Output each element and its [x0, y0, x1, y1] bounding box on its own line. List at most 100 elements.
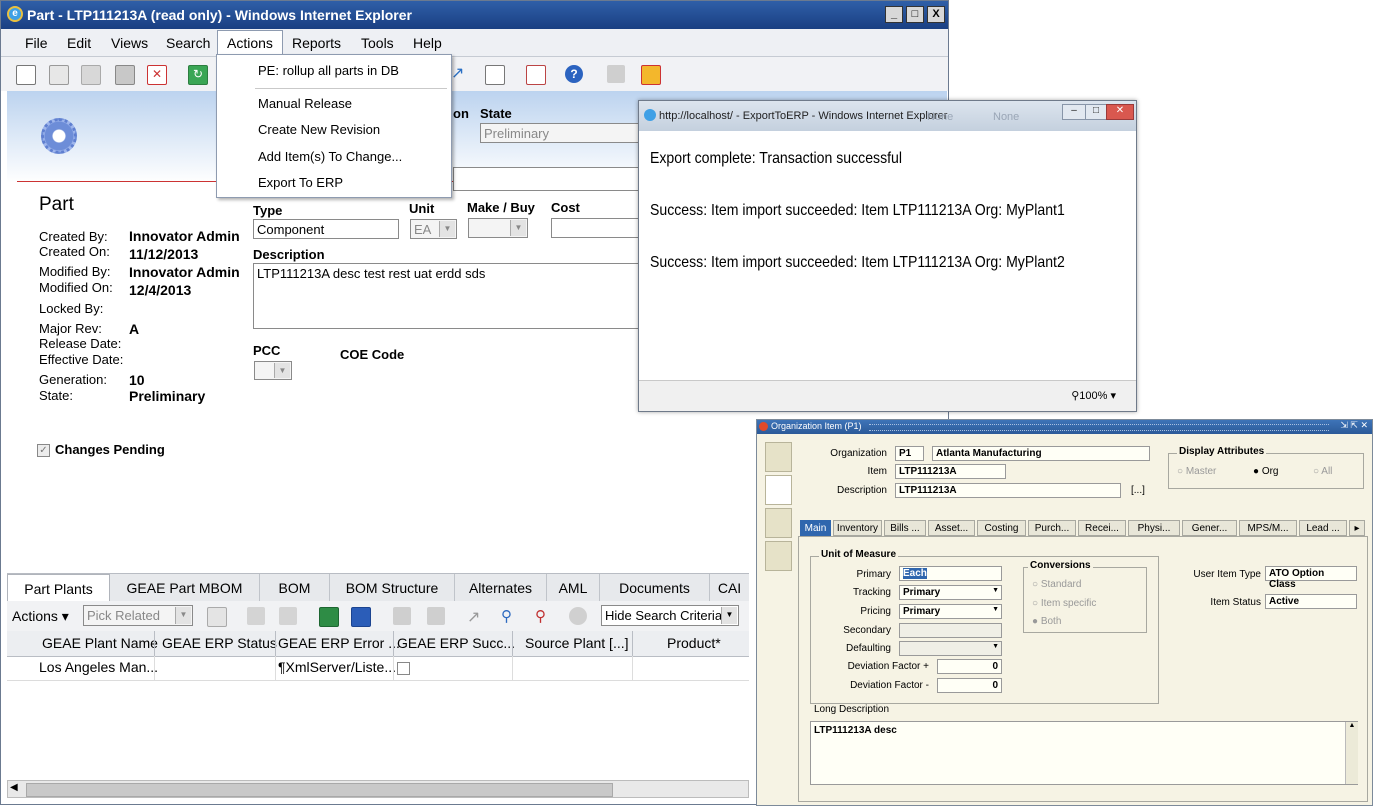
col-geae-erp-error[interactable]: GEAE ERP Error ... — [278, 635, 400, 651]
scroll-thumb[interactable] — [26, 783, 613, 797]
deviation-plus-field[interactable]: 0 — [937, 659, 1002, 674]
user-item-type-field[interactable]: ATO Option Class — [1265, 566, 1357, 590]
new-row-icon[interactable] — [207, 607, 227, 627]
tab-bills[interactable]: Bills ... — [884, 520, 926, 536]
exit-icon[interactable] — [641, 65, 661, 85]
menu-views[interactable]: Views — [111, 35, 148, 51]
search-criteria-select[interactable]: Hide Search Criteria ▼ — [601, 605, 739, 626]
organization-code-field[interactable]: P1 — [895, 446, 924, 461]
tab-general[interactable]: Gener... — [1182, 520, 1237, 536]
tab-purchasing[interactable]: Purch... — [1028, 520, 1076, 536]
type-field[interactable]: Component — [253, 219, 399, 239]
pricing-select[interactable]: Primary ▼ — [899, 604, 1002, 619]
tab-main[interactable]: Main — [800, 520, 831, 536]
promote-arrow-icon[interactable]: ↗ — [467, 607, 485, 626]
word-icon[interactable] — [351, 607, 371, 627]
radio-all[interactable]: ○ All — [1313, 466, 1332, 477]
secondary-field[interactable] — [899, 623, 1002, 638]
organization-name-field[interactable]: Atlanta Manufacturing — [932, 446, 1150, 461]
menu-help[interactable]: Help — [413, 35, 442, 51]
menu-reports[interactable]: Reports — [292, 35, 341, 51]
minimize-button[interactable]: – — [1062, 104, 1086, 120]
menu-item-manual-release[interactable]: Manual Release — [258, 96, 352, 111]
tab-asset[interactable]: Asset... — [928, 520, 975, 536]
lock-icon[interactable] — [393, 607, 411, 625]
tab-mps-mrp[interactable]: MPS/M... — [1239, 520, 1297, 536]
minimize-button[interactable]: _ — [885, 6, 903, 23]
deviation-minus-field[interactable]: 0 — [937, 678, 1002, 693]
promote-arrow-icon[interactable]: ↗ — [451, 65, 469, 83]
menu-item-create-revision[interactable]: Create New Revision — [258, 122, 380, 137]
gear-icon[interactable] — [569, 607, 587, 625]
side-icon-tools[interactable] — [765, 508, 792, 538]
pick-icon[interactable] — [247, 607, 265, 625]
unlock-icon[interactable] — [607, 65, 625, 83]
tab-bom-structure[interactable]: BOM Structure — [330, 574, 455, 602]
radio-standard[interactable]: ○ Standard — [1032, 579, 1081, 590]
print-preview-icon[interactable] — [49, 65, 69, 85]
description-field[interactable]: LTP111213A — [895, 483, 1121, 498]
make-buy-select[interactable]: ▼ — [468, 218, 528, 238]
item-field[interactable]: LTP111213A — [895, 464, 1006, 479]
tab-costing[interactable]: Costing — [977, 520, 1026, 536]
cost-field[interactable] — [551, 218, 641, 238]
where-used-icon[interactable] — [485, 65, 505, 85]
remove-icon[interactable] — [279, 607, 297, 625]
menu-edit[interactable]: Edit — [67, 35, 91, 51]
erp-success-checkbox[interactable] — [397, 662, 410, 675]
menu-search[interactable]: Search — [166, 35, 210, 51]
tracking-select[interactable]: Primary ▼ — [899, 585, 1002, 600]
tab-aml[interactable]: AML — [547, 574, 600, 602]
close-button[interactable]: X — [927, 6, 945, 23]
menu-actions[interactable]: Actions — [217, 30, 283, 55]
tab-cai[interactable]: CAI — [710, 574, 749, 602]
close-button[interactable]: ✕ — [1106, 104, 1134, 120]
grid-actions-menu[interactable]: Actions ▾ — [12, 608, 69, 625]
tab-alternates[interactable]: Alternates — [455, 574, 547, 602]
defaulting-select[interactable]: ▼ — [899, 641, 1002, 656]
long-description-field[interactable]: LTP111213A desc — [810, 721, 1358, 785]
pcc-select[interactable]: ▼ — [254, 361, 292, 380]
tab-documents[interactable]: Documents — [600, 574, 710, 602]
delete-icon[interactable]: ✕ — [147, 65, 167, 85]
clear-search-icon[interactable]: ⚲ — [535, 607, 553, 625]
new-document-icon[interactable] — [16, 65, 36, 85]
pick-related-select[interactable]: Pick Related ▼ — [83, 605, 193, 626]
search-icon[interactable]: ⚲ — [501, 607, 519, 625]
oracle-window-controls[interactable]: ⇲ ⇱ ✕ — [1340, 420, 1368, 431]
tab-lead-times[interactable]: Lead ... — [1299, 520, 1347, 536]
side-icon-attributes[interactable] — [765, 541, 792, 571]
report-icon[interactable] — [526, 65, 546, 85]
zoom-control[interactable]: ⚲100% ▾ — [1071, 389, 1116, 402]
radio-org[interactable]: ● Org — [1253, 466, 1279, 477]
radio-item-specific[interactable]: ○ Item specific — [1032, 598, 1096, 609]
unit-select[interactable]: EA ▼ — [410, 219, 457, 239]
item-status-field[interactable]: Active — [1265, 594, 1357, 609]
menu-item-export-to-erp[interactable]: Export To ERP — [258, 175, 343, 190]
long-description-scrollbar[interactable]: ▲ — [1345, 722, 1358, 784]
changes-pending-checkbox[interactable]: ✓ — [37, 444, 50, 457]
tab-inventory[interactable]: Inventory — [833, 520, 882, 536]
description-field[interactable]: LTP111213A desc test rest uat erdd sds — [253, 263, 641, 329]
col-geae-plant-name[interactable]: GEAE Plant Name — [42, 635, 158, 651]
tab-scroll-right-icon[interactable]: ▸ — [1349, 520, 1365, 536]
tab-receiving[interactable]: Recei... — [1078, 520, 1126, 536]
side-icon-item[interactable] — [765, 442, 792, 472]
col-source-plant[interactable]: Source Plant [...] — [525, 635, 629, 651]
radio-master[interactable]: ○ Master — [1177, 466, 1216, 477]
unlock-icon[interactable] — [427, 607, 445, 625]
col-geae-erp-success[interactable]: GEAE ERP Succ... — [397, 635, 515, 651]
refresh-icon[interactable]: ↻ — [188, 65, 208, 85]
excel-icon[interactable] — [319, 607, 339, 627]
menu-tools[interactable]: Tools — [361, 35, 394, 51]
side-icon-list[interactable] — [765, 475, 792, 505]
col-geae-erp-status[interactable]: GEAE ERP Status — [162, 635, 277, 651]
primary-uom-field[interactable]: Each — [899, 566, 1002, 581]
save-icon[interactable] — [115, 65, 135, 85]
table-row[interactable]: Los Angeles Man... ¶XmlServer/Liste... — [7, 656, 749, 681]
tab-part-plants[interactable]: Part Plants — [7, 574, 110, 602]
help-icon[interactable]: ? — [565, 65, 583, 83]
tab-geae-part-mbom[interactable]: GEAE Part MBOM — [110, 574, 260, 602]
maximize-button[interactable]: □ — [906, 6, 924, 23]
scroll-left-icon[interactable]: ◀ — [10, 782, 18, 793]
